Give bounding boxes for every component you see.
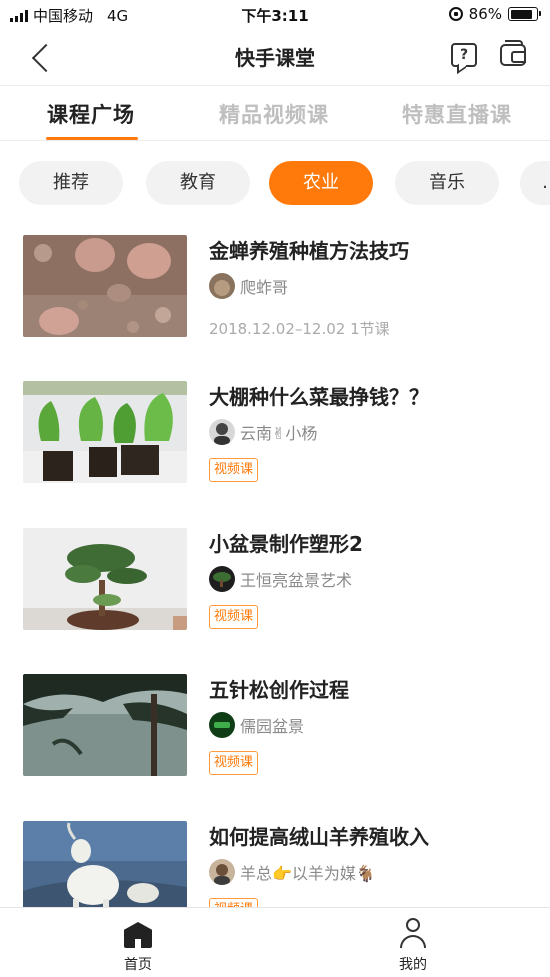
- course-thumbnail: [23, 528, 187, 630]
- wallet-icon[interactable]: [500, 40, 526, 66]
- video-course-badge: 视频课: [209, 751, 259, 775]
- active-tab-indicator: [46, 137, 138, 140]
- course-author: 王恒亮盆景艺术: [209, 566, 352, 592]
- chip-music[interactable]: 音乐: [395, 161, 499, 205]
- tab-course-square[interactable]: 课程广场: [47, 99, 135, 129]
- course-item[interactable]: 五针松创作过程 儒园盆景 视频课: [0, 674, 550, 784]
- avatar: [209, 419, 235, 445]
- main-tabs: 课程广场 精品视频课 特惠直播课: [0, 87, 550, 141]
- course-author: 云南✌小杨: [209, 419, 317, 445]
- course-item[interactable]: 大棚种什么菜最挣钱？？ 云南✌小杨 视频课: [0, 381, 550, 491]
- tab-mine-label: 我的: [399, 957, 427, 973]
- status-bar: 中国移动 4G 下午3:11 86%: [0, 0, 550, 30]
- course-thumbnail: [23, 381, 187, 483]
- author-name: 羊总👉以羊为媒🐐: [240, 864, 376, 883]
- course-thumbnail: [23, 674, 187, 776]
- author-name: 云南✌小杨: [240, 424, 318, 443]
- tab-premium-video[interactable]: 精品视频课: [219, 99, 329, 129]
- category-chips: 推荐 教育 农业 音乐 …: [0, 161, 550, 207]
- battery-fill: [510, 9, 532, 19]
- help-question-icon[interactable]: ?: [451, 43, 477, 67]
- bottom-tab-bar: 首页 我的: [0, 907, 550, 977]
- avatar: [209, 859, 235, 885]
- course-thumbnail: [23, 235, 187, 337]
- tab-home[interactable]: 首页: [78, 908, 198, 977]
- course-title: 金蝉养殖种植方法技巧: [209, 239, 409, 263]
- author-name: 爬蚱哥: [240, 278, 289, 297]
- tab-mine[interactable]: 我的: [353, 908, 473, 977]
- chip-agriculture[interactable]: 农业: [269, 161, 373, 205]
- video-course-badge: 视频课: [209, 458, 259, 482]
- course-item[interactable]: 金蝉养殖种植方法技巧 爬蚱哥 2018.12.02–12.02 1节课: [0, 235, 550, 345]
- course-author: 爬蚱哥: [209, 273, 288, 299]
- avatar: [209, 566, 235, 592]
- author-name: 儒园盆景: [240, 717, 305, 736]
- battery-icon: [508, 7, 541, 21]
- battery-percent: 86%: [468, 5, 502, 23]
- chip-education[interactable]: 教育: [146, 161, 250, 205]
- course-author: 羊总👉以羊为媒🐐: [209, 859, 376, 885]
- tab-discount-live[interactable]: 特惠直播课: [402, 99, 512, 129]
- course-author: 儒园盆景: [209, 712, 304, 738]
- chip-more[interactable]: …: [520, 161, 550, 205]
- course-meta: 2018.12.02–12.02 1节课: [209, 320, 390, 338]
- home-icon: [124, 922, 152, 948]
- course-title: 小盆景制作塑形2: [209, 532, 363, 556]
- orientation-lock-icon: [448, 7, 463, 21]
- status-right: 86%: [448, 5, 541, 23]
- course-title: 如何提高绒山羊养殖收入: [209, 825, 429, 849]
- avatar: [209, 712, 235, 738]
- author-name: 王恒亮盆景艺术: [240, 571, 353, 590]
- nav-bar: 快手课堂 ?: [0, 30, 550, 86]
- chip-recommend[interactable]: 推荐: [19, 161, 123, 205]
- tab-home-label: 首页: [124, 957, 152, 973]
- avatar: [209, 273, 235, 299]
- course-item[interactable]: 小盆景制作塑形2 王恒亮盆景艺术 视频课: [0, 528, 550, 638]
- course-title: 大棚种什么菜最挣钱？？: [209, 385, 429, 409]
- user-profile-icon: [399, 918, 427, 948]
- course-title: 五针松创作过程: [209, 678, 349, 702]
- video-course-badge: 视频课: [209, 605, 259, 629]
